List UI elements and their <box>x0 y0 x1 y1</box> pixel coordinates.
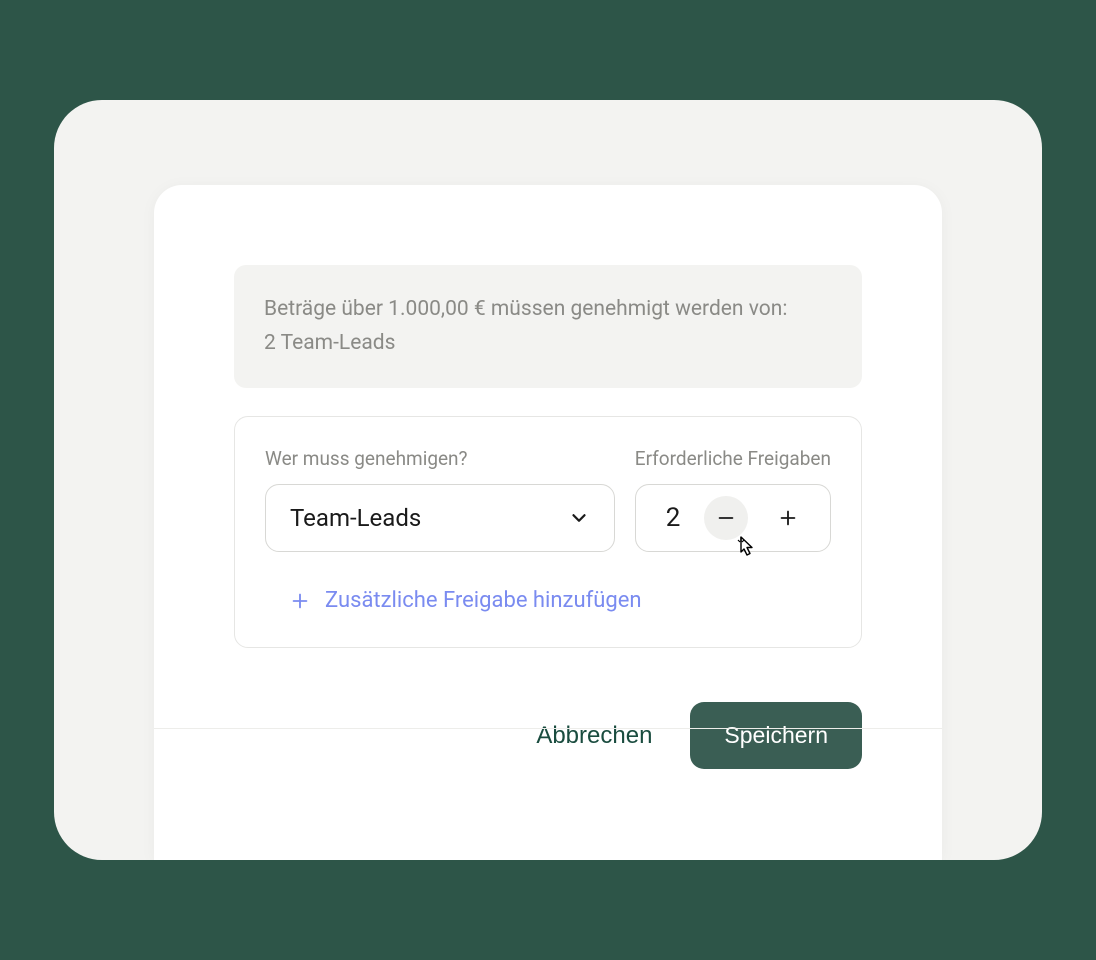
summary-line-2: 2 Team-Leads <box>264 327 832 361</box>
approver-select[interactable]: Team-Leads <box>265 484 615 552</box>
count-column: Erforderliche Freigaben 2 <box>635 447 831 552</box>
increment-button[interactable] <box>766 496 810 540</box>
count-label: Erforderliche Freigaben <box>635 447 831 470</box>
quantity-stepper: 2 <box>635 484 831 552</box>
outer-card: Beträge über 1.000,00 € müssen genehmigt… <box>54 100 1042 860</box>
approver-label: Wer muss genehmigen? <box>265 447 615 470</box>
approver-column: Wer muss genehmigen? Team-Leads <box>265 447 615 552</box>
config-box: Wer muss genehmigen? Team-Leads Erforder… <box>234 416 862 648</box>
chevron-down-icon <box>568 507 590 529</box>
save-button[interactable]: Speichern <box>690 702 862 769</box>
divider <box>154 728 942 729</box>
plus-icon <box>289 590 311 612</box>
minus-icon <box>715 507 737 529</box>
dialog-panel: Beträge über 1.000,00 € müssen genehmigt… <box>154 185 942 860</box>
summary-line-1: Beträge über 1.000,00 € müssen genehmigt… <box>264 293 832 327</box>
cancel-button[interactable]: Abbrechen <box>536 722 652 750</box>
cursor-pointer-icon <box>732 533 760 563</box>
summary-box: Beträge über 1.000,00 € müssen genehmigt… <box>234 265 862 388</box>
stepper-value: 2 <box>666 503 686 533</box>
config-row: Wer muss genehmigen? Team-Leads Erforder… <box>265 447 831 552</box>
decrement-button[interactable] <box>704 496 748 540</box>
dialog-footer: Abbrechen Speichern <box>234 678 862 769</box>
approver-value: Team-Leads <box>290 504 421 532</box>
add-approval-button[interactable]: Zusätzliche Freigabe hinzufügen <box>265 588 831 613</box>
plus-icon <box>777 507 799 529</box>
add-approval-label: Zusätzliche Freigabe hinzufügen <box>325 588 642 613</box>
